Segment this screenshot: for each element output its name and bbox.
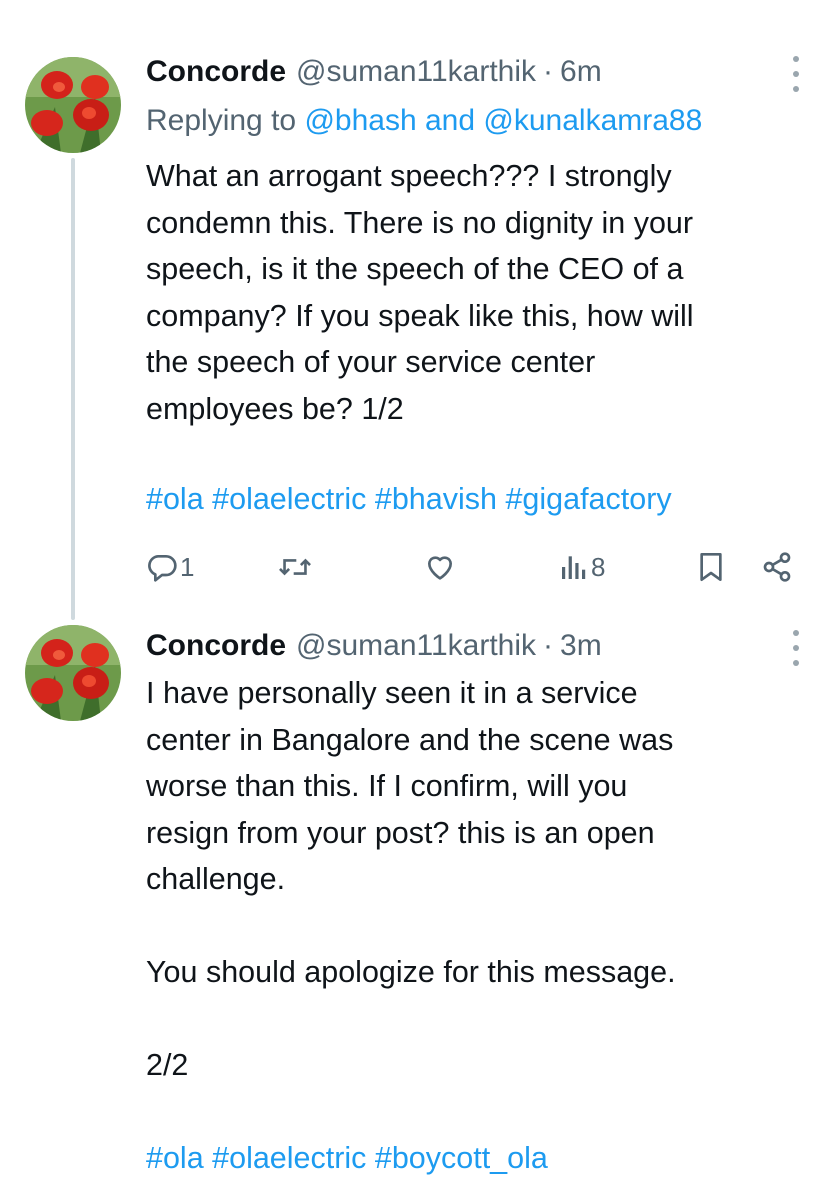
replying-and: and bbox=[424, 104, 476, 137]
like-button[interactable] bbox=[424, 545, 456, 589]
replying-prefix: Replying to bbox=[146, 104, 297, 137]
thread-connector-line bbox=[71, 158, 75, 620]
text-line: speech, is it the speech of the CEO of a bbox=[146, 252, 684, 286]
user-handle[interactable]: @suman11karthik bbox=[296, 55, 536, 89]
share-icon bbox=[763, 552, 791, 582]
tweet-1[interactable]: Concorde @suman11karthik · 6m Replying t… bbox=[0, 0, 839, 620]
heart-icon bbox=[428, 556, 452, 580]
text-line: employees be? 1/2 bbox=[146, 391, 404, 426]
more-dots-icon[interactable] bbox=[791, 56, 801, 92]
user-handle[interactable]: @suman11karthik bbox=[296, 629, 536, 663]
bookmark-button[interactable] bbox=[696, 545, 726, 589]
avatar-image bbox=[25, 625, 121, 721]
text-line: You should apologize for this message. bbox=[146, 955, 676, 989]
timestamp[interactable]: 3m bbox=[560, 629, 602, 663]
hashtags[interactable]: #ola #olaelectric #boycott_ola bbox=[146, 1141, 548, 1176]
tweet-header: Concorde @suman11karthik · 3m bbox=[146, 626, 602, 666]
text-line: I have personally seen it in a service bbox=[146, 676, 638, 710]
mention-link[interactable]: @kunalkamra88 bbox=[483, 104, 702, 137]
reply-button[interactable]: 1 bbox=[146, 545, 194, 589]
reply-count: 1 bbox=[180, 551, 195, 582]
text-line: the speech of your service center bbox=[146, 345, 596, 379]
display-name[interactable]: Concorde bbox=[146, 629, 286, 663]
text-line: challenge. bbox=[146, 862, 286, 896]
tweet-text: What an arrogant speech??? I strongly co… bbox=[146, 153, 816, 432]
text-line: worse than this. If I confirm, will you bbox=[146, 769, 628, 803]
mention-link[interactable]: @bhash bbox=[304, 104, 416, 137]
text-line: condemn this. There is no dignity in you… bbox=[146, 205, 694, 240]
retweet-button[interactable] bbox=[278, 545, 312, 589]
tweet-header: Concorde @suman11karthik · 6m bbox=[146, 52, 602, 92]
separator: · bbox=[543, 629, 554, 662]
share-button[interactable] bbox=[761, 545, 793, 589]
separator: · bbox=[543, 55, 554, 88]
text-line: What an arrogant speech??? I strongly bbox=[146, 159, 672, 193]
text-line: resign from your post? this is an open bbox=[146, 815, 655, 850]
retweet-icon bbox=[279, 558, 311, 576]
text-line: center in Bangalore and the scene was bbox=[146, 722, 674, 757]
views-icon bbox=[562, 556, 586, 579]
views-button[interactable]: 8 bbox=[559, 545, 605, 589]
tweet-text: I have personally seen it in a service c… bbox=[146, 670, 816, 1135]
replying-to: Replying to @bhash and @kunalkamra88 bbox=[146, 104, 702, 138]
text-line bbox=[146, 996, 816, 1043]
bookmark-icon bbox=[700, 553, 722, 581]
timestamp[interactable]: 6m bbox=[560, 55, 602, 89]
views-count: 8 bbox=[591, 551, 606, 582]
more-dots-icon[interactable] bbox=[791, 630, 801, 666]
hashtags[interactable]: #ola #olaelectric #bhavish #gigafactory bbox=[146, 482, 672, 517]
display-name[interactable]: Concorde bbox=[146, 55, 286, 89]
avatar[interactable] bbox=[25, 625, 121, 721]
avatar[interactable] bbox=[25, 57, 121, 153]
text-line bbox=[146, 1089, 816, 1136]
action-bar: 1 8 bbox=[146, 545, 806, 589]
text-line bbox=[146, 903, 816, 950]
avatar-image bbox=[25, 57, 121, 153]
text-line: 2/2 bbox=[146, 1048, 189, 1082]
tweet-2[interactable]: Concorde @suman11karthik · 3m I have per… bbox=[0, 620, 839, 1200]
reply-icon bbox=[148, 555, 177, 582]
text-line: company? If you speak like this, how wil… bbox=[146, 298, 694, 333]
